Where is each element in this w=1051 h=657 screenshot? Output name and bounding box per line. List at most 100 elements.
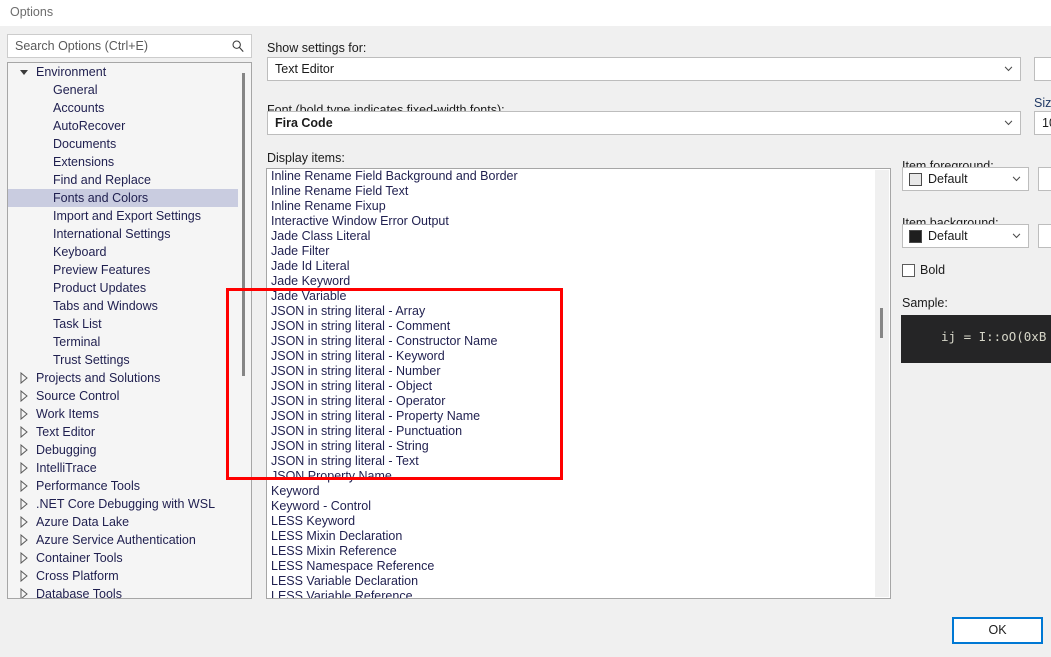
list-item[interactable]: JSON in string literal - String [267,439,877,454]
display-items-scrollbar-thumb[interactable] [880,308,883,338]
item-foreground-combo[interactable]: Default [902,167,1029,191]
sidebar-item-label: Import and Export Settings [53,209,201,223]
list-item[interactable]: JSON in string literal - Constructor Nam… [267,334,877,349]
size-combo[interactable]: 10 [1034,111,1051,135]
list-item[interactable]: LESS Variable Declaration [267,574,877,589]
sidebar-item-label: Work Items [36,407,99,421]
sample-text: ij = I::oO(0xB [941,329,1047,344]
list-item[interactable]: JSON in string literal - Text [267,454,877,469]
sidebar-item-cross-platform[interactable]: Cross Platform [8,567,239,585]
display-items-list[interactable]: Inline Rename Field Background and Borde… [266,168,891,599]
sidebar-item-label: Extensions [53,155,115,169]
sidebar-item-label: Projects and Solutions [36,371,161,385]
sidebar-item-projects-and-solutions[interactable]: Projects and Solutions [8,369,239,387]
sidebar-item-label: Debugging [36,443,97,457]
sidebar-item-autorecover[interactable]: AutoRecover [8,117,239,135]
sidebar-item-international-settings[interactable]: International Settings [8,225,239,243]
item-background-custom-button[interactable] [1038,224,1051,248]
size-value: 10 [1042,116,1051,130]
sidebar-item-container-tools[interactable]: Container Tools [8,549,239,567]
list-item[interactable]: JSON in string literal - Object [267,379,877,394]
list-item[interactable]: JSON in string literal - Number [267,364,877,379]
show-settings-for-combo[interactable]: Text Editor [267,57,1021,81]
list-item[interactable]: Interactive Window Error Output [267,214,877,229]
chevron-right-icon [18,369,30,387]
sidebar-item-tabs-and-windows[interactable]: Tabs and Windows [8,297,239,315]
sidebar-item-text-editor[interactable]: Text Editor [8,423,239,441]
sidebar-item-work-items[interactable]: Work Items [8,405,239,423]
list-item[interactable]: LESS Mixin Declaration [267,529,877,544]
show-settings-for-combo-overflow [1034,57,1051,81]
tree-scrollbar-thumb[interactable] [242,73,245,376]
list-item[interactable]: Keyword - Control [267,499,877,514]
bold-checkbox[interactable] [902,264,915,277]
list-item[interactable]: Keyword [267,484,877,499]
list-item[interactable]: Inline Rename Field Text [267,184,877,199]
list-item[interactable]: JSON in string literal - Array [267,304,877,319]
sidebar-item-terminal[interactable]: Terminal [8,333,239,351]
sidebar-item-general[interactable]: General [8,81,239,99]
list-item[interactable]: Inline Rename Fixup [267,199,877,214]
tree-scrollbar[interactable] [238,64,250,597]
sidebar-item-database-tools[interactable]: Database Tools [8,585,239,598]
search-input[interactable]: Search Options (Ctrl+E) [7,34,252,58]
list-item[interactable]: LESS Mixin Reference [267,544,877,559]
sidebar-item-source-control[interactable]: Source Control [8,387,239,405]
list-item[interactable]: JSON in string literal - Keyword [267,349,877,364]
list-item[interactable]: Jade Filter [267,244,877,259]
sidebar-item-keyboard[interactable]: Keyboard [8,243,239,261]
sidebar-item-performance-tools[interactable]: Performance Tools [8,477,239,495]
item-foreground-swatch [909,173,922,186]
sidebar-item-label: Find and Replace [53,173,151,187]
sidebar-item-label: Performance Tools [36,479,140,493]
sidebar-item-find-and-replace[interactable]: Find and Replace [8,171,239,189]
list-item[interactable]: JSON in string literal - Comment [267,319,877,334]
chevron-right-icon [18,495,30,513]
item-foreground-value: Default [928,172,968,186]
sidebar-item-environment[interactable]: Environment [8,63,239,81]
sidebar-item-label: Azure Service Authentication [36,533,196,547]
chevron-down-icon [1012,233,1021,239]
sidebar-item-import-and-export-settings[interactable]: Import and Export Settings [8,207,239,225]
list-item[interactable]: Jade Variable [267,289,877,304]
sidebar-item-label: Trust Settings [53,353,130,367]
show-settings-for-label: Show settings for: [267,41,367,55]
font-combo[interactable]: Fira Code [267,111,1021,135]
ok-button-label: OK [988,623,1007,637]
chevron-right-icon [18,513,30,531]
sidebar-item-debugging[interactable]: Debugging [8,441,239,459]
sidebar-item-product-updates[interactable]: Product Updates [8,279,239,297]
sidebar-item-documents[interactable]: Documents [8,135,239,153]
ok-button[interactable]: OK [952,617,1043,644]
display-items-scrollbar[interactable] [875,170,889,597]
chevron-right-icon [18,567,30,585]
sidebar-item-preview-features[interactable]: Preview Features [8,261,239,279]
list-item[interactable]: JSON in string literal - Operator [267,394,877,409]
list-item[interactable]: LESS Namespace Reference [267,559,877,574]
sidebar-item-task-list[interactable]: Task List [8,315,239,333]
sidebar-item-azure-service-authentication[interactable]: Azure Service Authentication [8,531,239,549]
list-item[interactable]: JSON in string literal - Property Name [267,409,877,424]
sidebar-item-extensions[interactable]: Extensions [8,153,239,171]
list-item[interactable]: Jade Id Literal [267,259,877,274]
sidebar-item-trust-settings[interactable]: Trust Settings [8,351,239,369]
list-item[interactable]: Jade Keyword [267,274,877,289]
sidebar-item-fonts-and-colors[interactable]: Fonts and Colors [8,189,239,207]
list-item[interactable]: LESS Variable Reference [267,589,877,598]
sidebar-item-label: Keyboard [53,245,107,259]
list-item[interactable]: JSON in string literal - Punctuation [267,424,877,439]
sidebar-item-net-core-debugging-with-wsl[interactable]: .NET Core Debugging with WSL [8,495,239,513]
item-background-combo[interactable]: Default [902,224,1029,248]
list-item[interactable]: Inline Rename Field Background and Borde… [267,169,877,184]
list-item[interactable]: LESS Keyword [267,514,877,529]
list-item[interactable]: JSON Property Name [267,469,877,484]
item-foreground-custom-button[interactable] [1038,167,1051,191]
sidebar-item-intellitrace[interactable]: IntelliTrace [8,459,239,477]
tree-node-list: Environment General Accounts AutoRecover Doc… [8,63,239,598]
sidebar-item-label: IntelliTrace [36,461,97,475]
sidebar-item-accounts[interactable]: Accounts [8,99,239,117]
title-bar-divider [0,26,1051,27]
list-item[interactable]: Jade Class Literal [267,229,877,244]
options-category-tree[interactable]: Environment General Accounts AutoRecover Doc… [7,62,252,599]
sidebar-item-azure-data-lake[interactable]: Azure Data Lake [8,513,239,531]
